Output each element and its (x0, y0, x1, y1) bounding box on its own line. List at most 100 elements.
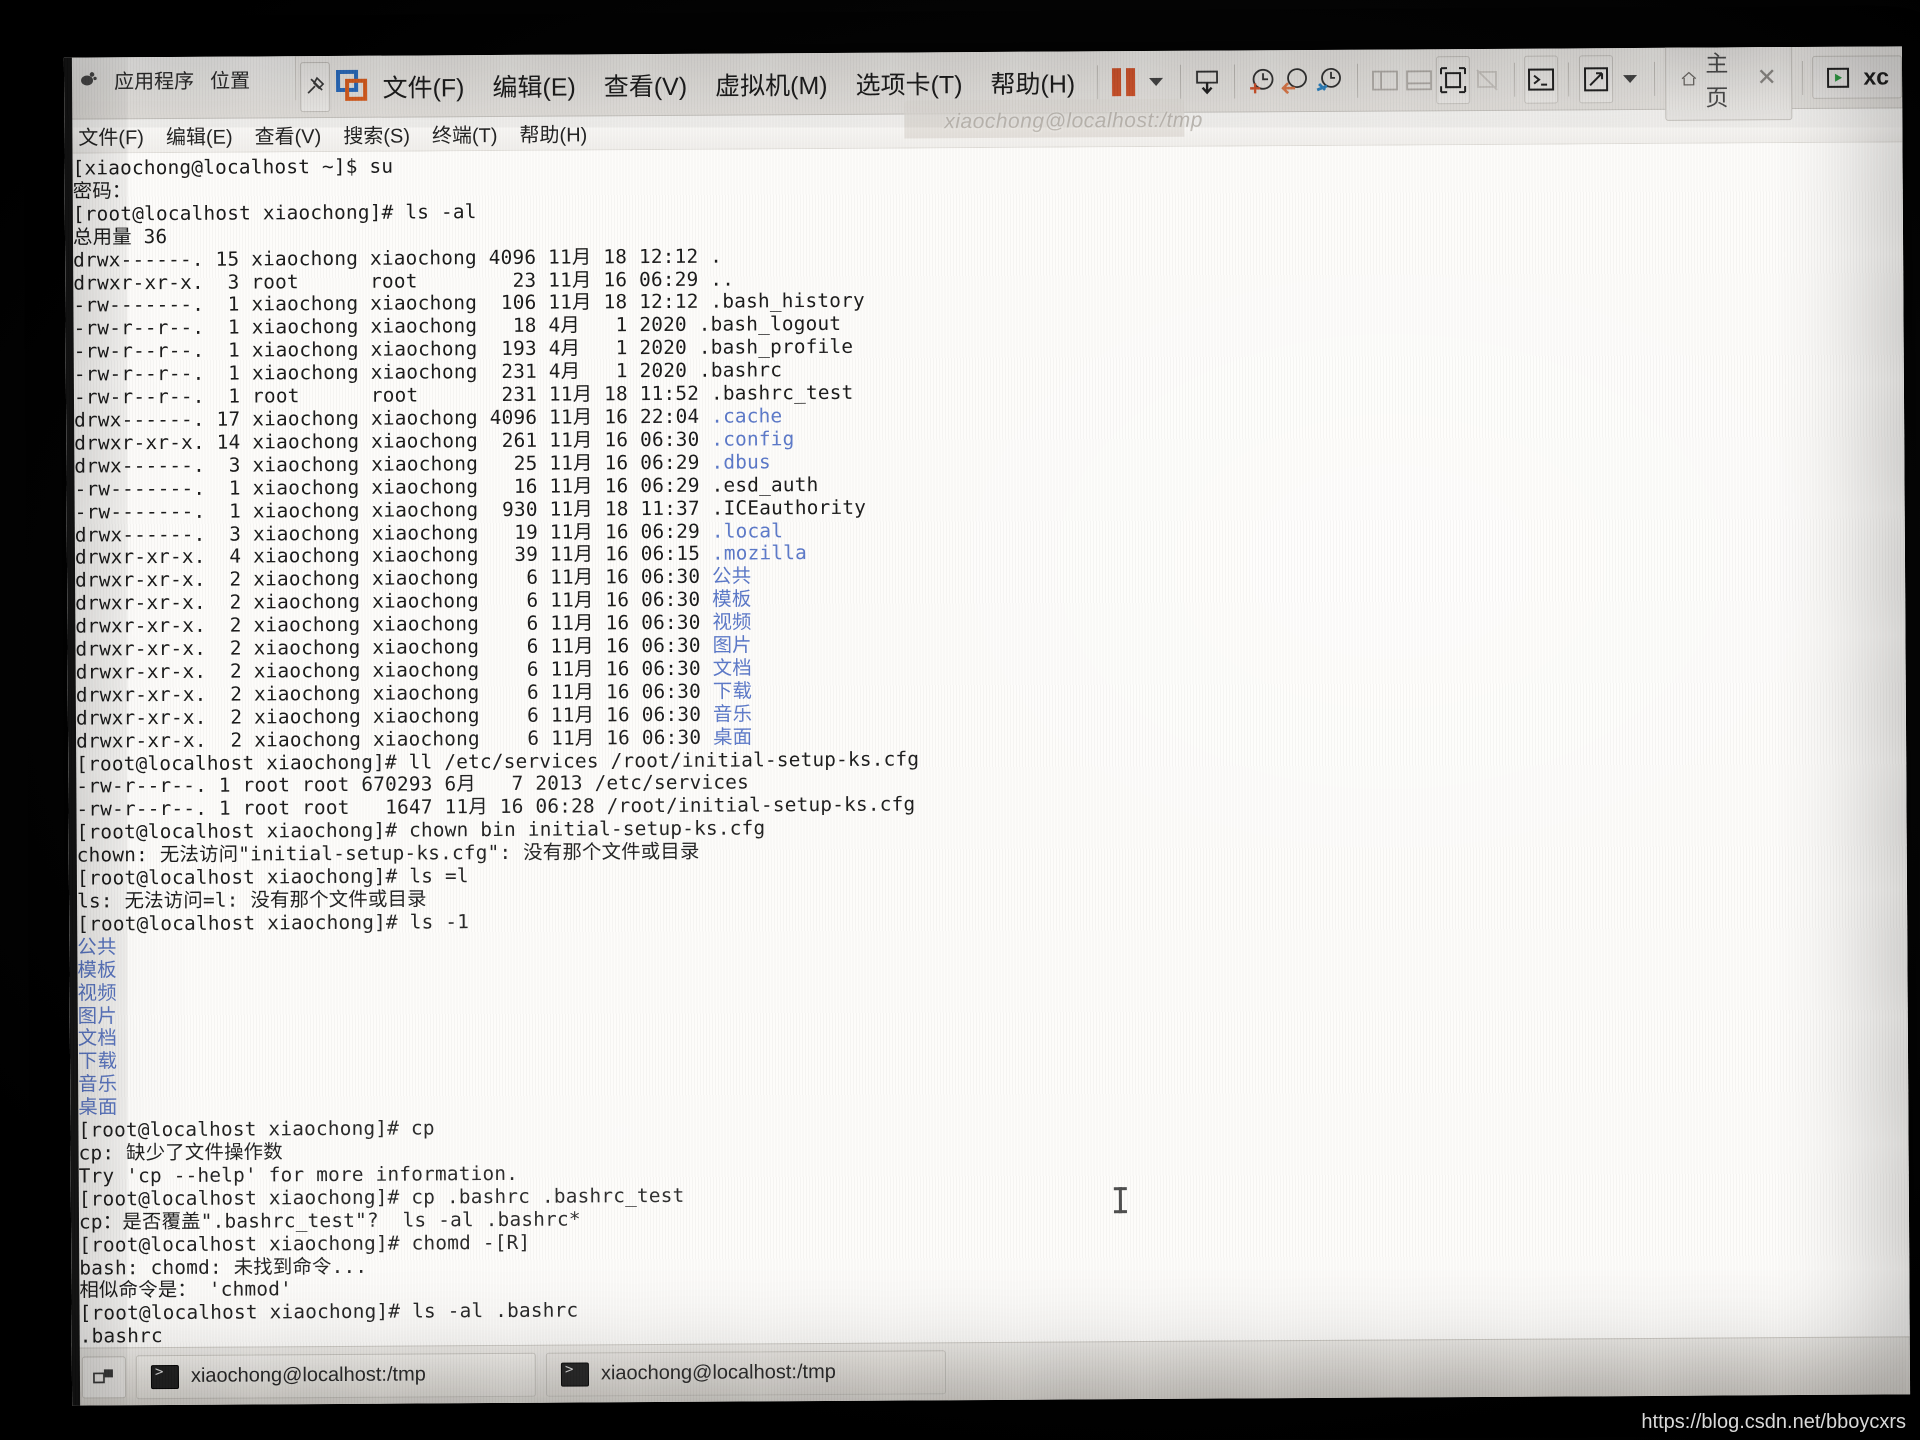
guest-os-viewport[interactable]: 文件(F) 编辑(E) 查看(V) 搜索(S) 终端(T) 帮助(H) [xia… (64, 108, 1910, 1348)
terminal-line-text: ls: 无法访问=l: 没有那个文件或目录 (76, 887, 427, 913)
pin-button[interactable] (299, 61, 331, 112)
vmware-logo-icon (336, 69, 368, 103)
terminal-line-text: cp: 缺少了文件操作数 (78, 1140, 283, 1165)
chevron-down-icon (1149, 77, 1164, 86)
tab-vm-label: xc (1863, 63, 1890, 90)
toolbar-divider-3 (1234, 63, 1236, 98)
terminal-directory-name: .local (711, 518, 784, 543)
revert-snapshot-button[interactable] (1279, 57, 1313, 103)
toolbar-divider-5 (1513, 62, 1515, 97)
terminal-menu-view[interactable]: 查看(V) (255, 120, 322, 149)
terminal-line-text: bash: chomd: 未找到命令... (79, 1254, 368, 1280)
terminal-directory-name: 视频 (77, 980, 117, 1005)
console-view-button[interactable] (1524, 54, 1559, 104)
gnome-applications-menu[interactable]: 应用程序 (114, 64, 194, 93)
toolbar-divider-2 (1179, 64, 1181, 99)
terminal-line-text: cp：是否覆盖".bashrc_test"? ls -al .bashrc* (78, 1207, 581, 1234)
terminal-directory-name: 公共 (77, 935, 117, 959)
tab-home-label: 主页 (1705, 49, 1729, 111)
terminal-line-text: [root@localhost xiaochong]# ls -al (72, 199, 477, 226)
terminal-directory-name: 视频 (712, 610, 752, 634)
chevron-down-icon-2 (1623, 74, 1638, 83)
terminal-icon-1 (150, 1364, 180, 1389)
terminal-line-text: [root@localhost xiaochong]# ls -1 (77, 910, 470, 936)
power-dropdown-button[interactable] (1139, 58, 1170, 104)
terminal-menu-file[interactable]: 文件(F) (78, 121, 144, 150)
unity-mode-button (1470, 56, 1504, 102)
terminal-line-text: [root@localhost xiaochong]# ll /etc/serv… (76, 746, 920, 776)
terminal-directory-name: 音乐 (78, 1072, 118, 1096)
terminal-line-text: [root@localhost xiaochong]# ls =l (76, 864, 469, 890)
send-ctrl-alt-del-button[interactable] (1190, 58, 1224, 104)
terminal-directory-name: .cache (711, 404, 783, 428)
toolbar-divider-7 (1653, 61, 1655, 96)
tab-home[interactable]: 主页 ✕ (1664, 46, 1793, 121)
terminal-menu-help[interactable]: 帮助(H) (519, 118, 587, 147)
terminal-line-text: [xiaochong@localhost ~]$ su (72, 154, 394, 180)
gnome-foot-icon (78, 69, 98, 89)
terminal-icon-2 (560, 1361, 590, 1387)
gnome-places-menu[interactable]: 位置 (210, 64, 250, 93)
menu-file[interactable]: 文件(F) (370, 62, 476, 111)
toolbar-divider-1 (1097, 64, 1098, 99)
stretch-dropdown-button[interactable] (1613, 55, 1644, 101)
terminal-directory-name: 下载 (77, 1049, 118, 1073)
toolbar-divider-8 (1801, 60, 1803, 95)
vm-tab-title-ghost: xiaochong@localhost:/tmp (944, 108, 1203, 134)
menu-vm[interactable]: 虚拟机(M) (703, 59, 840, 108)
stretch-guest-button[interactable] (1578, 54, 1614, 103)
menu-view[interactable]: 查看(V) (592, 60, 700, 109)
show-thumbnail-bar-button[interactable] (1402, 57, 1436, 103)
show-library-button[interactable] (1368, 57, 1402, 103)
terminal-line-text: -rw-r--r--. 1 root root 1647 11月 16 06:2… (76, 792, 916, 821)
terminal-line-text: [root@localhost xiaochong]# cp .bashrc .… (78, 1183, 685, 1211)
terminal-line-text: chown: 无法访问"initial-setup-ks.cfg": 没有那个文… (76, 839, 700, 867)
toolbar-divider-4 (1356, 63, 1358, 98)
terminal-menu-search[interactable]: 搜索(S) (343, 120, 410, 149)
vm-running-icon (1827, 67, 1850, 88)
tab-home-close-icon[interactable]: ✕ (1757, 63, 1777, 92)
taskbar-window-1[interactable]: xiaochong@localhost:/tmp (135, 1352, 537, 1399)
terminal-menu-edit[interactable]: 编辑(E) (166, 121, 233, 150)
suspend-button[interactable] (1108, 59, 1139, 105)
monitor-screen: 应用程序 位置 文件(F) 编辑(E) 查看(V) 虚拟机(M) 选项卡(T) … (63, 46, 1911, 1406)
terminal-menu-terminal[interactable]: 终端(T) (432, 119, 498, 148)
show-desktop-button[interactable] (81, 1355, 127, 1399)
terminal-directory-name: 桌面 (713, 725, 753, 749)
take-snapshot-button[interactable] (1245, 58, 1279, 104)
terminal-directory-name: 模板 (77, 958, 117, 982)
taskbar-window-1-label: xiaochong@localhost:/tmp (190, 1363, 426, 1387)
home-icon (1681, 71, 1696, 86)
terminal-line-text: .bashrc (79, 1324, 163, 1348)
snapshot-manager-button[interactable] (1313, 57, 1347, 103)
terminal-line-text: 相似命令是： 'chmod' (79, 1277, 293, 1302)
terminal-directory-name: 图片 (77, 1003, 118, 1028)
enter-fullscreen-button[interactable] (1435, 55, 1470, 104)
terminal-directory-name: .mozilla (711, 541, 808, 566)
terminal-directory-name: .dbus (711, 450, 771, 474)
menu-edit[interactable]: 编辑(E) (480, 61, 588, 110)
terminal-directory-name: 图片 (712, 633, 752, 657)
taskbar-window-2-label: xiaochong@localhost:/tmp (600, 1360, 836, 1385)
terminal-line-text: [root@localhost xiaochong]# chomd -[R] (79, 1230, 531, 1257)
photo-of-monitor: 应用程序 位置 文件(F) 编辑(E) 查看(V) 虚拟机(M) 选项卡(T) … (0, 0, 1920, 1440)
guest-taskbar: xiaochong@localhost:/tmp xiaochong@local… (71, 1336, 1911, 1406)
terminal-line-text: Try 'cp --help' for more information. (78, 1161, 519, 1188)
terminal-directory-name: 公共 (712, 564, 752, 588)
terminal-line-text: [root@localhost xiaochong]# ls -al .bash… (79, 1298, 579, 1325)
terminal-line-text: [root@localhost xiaochong]# cp (78, 1116, 435, 1142)
terminal-directory-name: 音乐 (712, 702, 753, 726)
terminal-directory-name: 文档 (77, 1026, 118, 1050)
terminal-output[interactable]: [xiaochong@localhost ~]$ su 密码： [root@loca… (64, 142, 1910, 1348)
taskbar-window-2[interactable]: xiaochong@localhost:/tmp (545, 1349, 947, 1397)
terminal-directory-name: 桌面 (78, 1095, 118, 1119)
tab-vm-xc[interactable]: xc (1812, 55, 1903, 99)
gnome-top-panel: 应用程序 位置 (63, 56, 297, 102)
terminal-line-text: 密码： (72, 179, 132, 203)
terminal-directory-name: 文档 (712, 656, 752, 680)
terminal-directory-name: .config (711, 427, 795, 451)
terminal-line-text: 总用量 36 (72, 224, 168, 249)
terminal-directory-name: 模板 (712, 587, 752, 611)
text-cursor-ibeam (1118, 1187, 1122, 1214)
pause-icon (1111, 67, 1135, 96)
